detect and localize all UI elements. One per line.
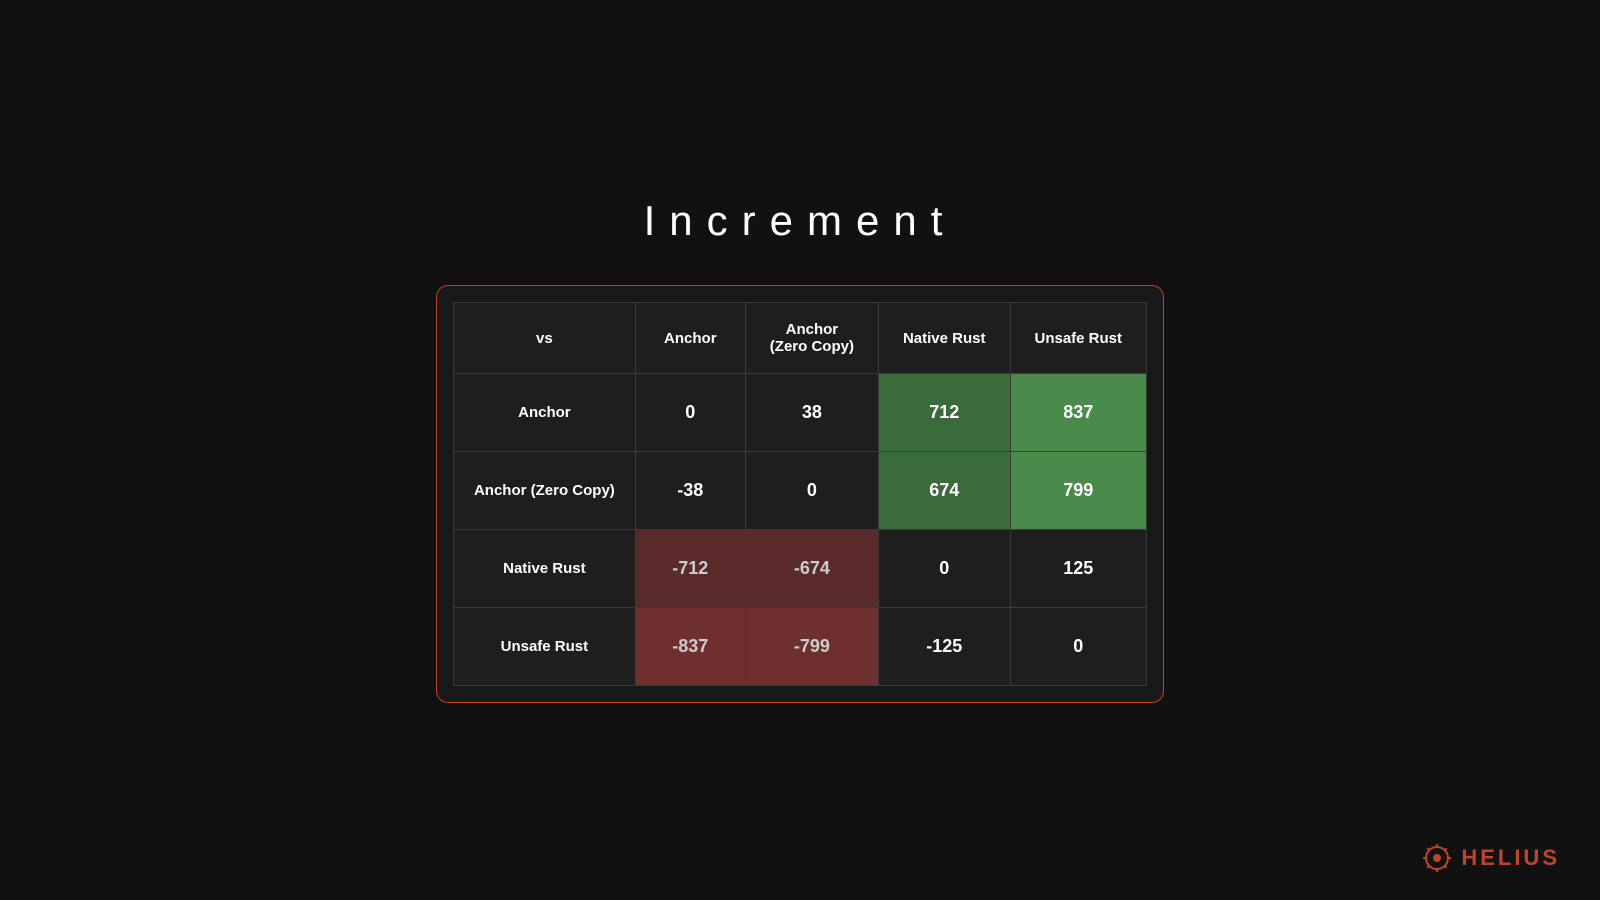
cell-2-3: 125: [1010, 530, 1147, 608]
table-row: Anchor038712837: [453, 374, 1146, 452]
row-label-3: Unsafe Rust: [453, 608, 635, 686]
cell-0-3: 837: [1010, 374, 1147, 452]
cell-2-0: -712: [635, 530, 745, 608]
col-header-anchor-zero-copy: Anchor (Zero Copy): [745, 303, 878, 374]
cell-1-1: 0: [745, 452, 878, 530]
helius-logo-icon: [1423, 844, 1451, 872]
helius-logo-text: HELIUS: [1461, 845, 1560, 871]
cell-1-3: 799: [1010, 452, 1147, 530]
page-title: Increment: [644, 197, 957, 245]
table-row: Native Rust-712-6740125: [453, 530, 1146, 608]
row-label-1: Anchor (Zero Copy): [453, 452, 635, 530]
comparison-card: vs Anchor Anchor (Zero Copy) Native Rust…: [436, 285, 1164, 703]
cell-2-1: -674: [745, 530, 878, 608]
comparison-table: vs Anchor Anchor (Zero Copy) Native Rust…: [453, 302, 1147, 686]
cell-0-2: 712: [878, 374, 1010, 452]
table-row: Anchor (Zero Copy)-380674799: [453, 452, 1146, 530]
row-label-2: Native Rust: [453, 530, 635, 608]
cell-0-0: 0: [635, 374, 745, 452]
table-row: Unsafe Rust-837-799-1250: [453, 608, 1146, 686]
cell-0-1: 38: [745, 374, 878, 452]
col-header-vs: vs: [453, 303, 635, 374]
logo-area: HELIUS: [1423, 844, 1560, 872]
cell-1-0: -38: [635, 452, 745, 530]
cell-3-2: -125: [878, 608, 1010, 686]
cell-3-3: 0: [1010, 608, 1147, 686]
cell-1-2: 674: [878, 452, 1010, 530]
cell-3-1: -799: [745, 608, 878, 686]
cell-3-0: -837: [635, 608, 745, 686]
row-label-0: Anchor: [453, 374, 635, 452]
col-header-anchor: Anchor: [635, 303, 745, 374]
cell-2-2: 0: [878, 530, 1010, 608]
col-header-unsafe-rust: Unsafe Rust: [1010, 303, 1147, 374]
col-header-native-rust: Native Rust: [878, 303, 1010, 374]
